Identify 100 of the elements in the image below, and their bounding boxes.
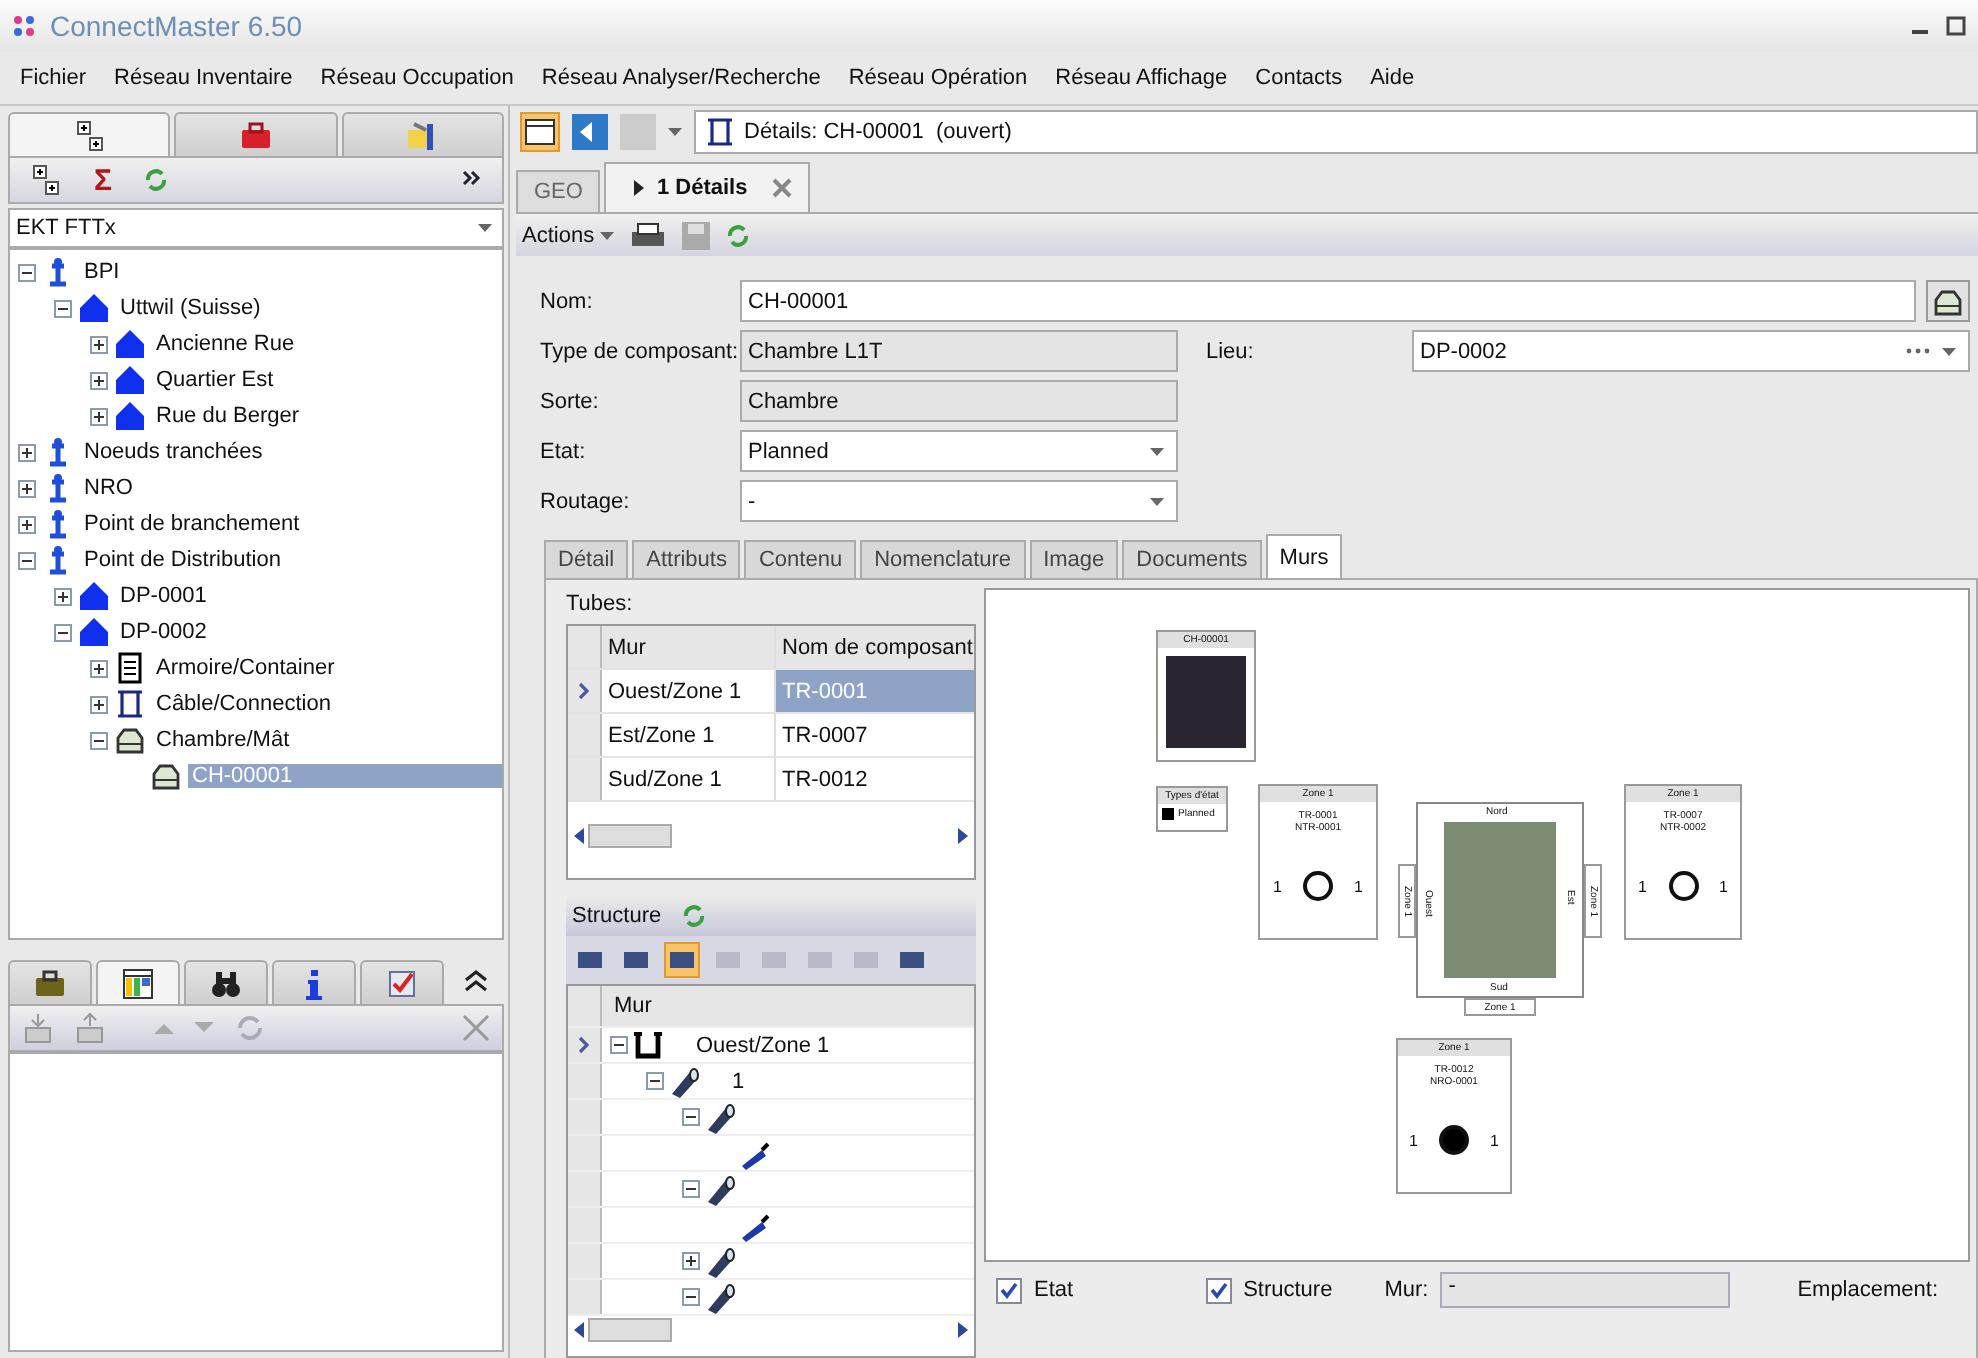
refresh-icon[interactable] xyxy=(681,904,706,928)
detail-tab[interactable]: Nomenclature xyxy=(860,540,1026,578)
text-field[interactable]: Chambre L1T xyxy=(740,330,1178,372)
menu-item[interactable]: Réseau Occupation xyxy=(306,66,528,90)
menu-item[interactable]: Réseau Inventaire xyxy=(100,66,307,90)
detail-tab[interactable]: Attributs xyxy=(632,540,741,578)
expand-toggle-icon[interactable] xyxy=(90,335,108,353)
dataset-dropdown[interactable]: EKT FTTx xyxy=(8,208,504,248)
collapse-toggle-icon[interactable] xyxy=(682,1108,700,1126)
tree-item[interactable]: Ancienne Rue xyxy=(152,332,299,356)
current-row-icon xyxy=(578,682,590,700)
detail-tab[interactable]: Contenu xyxy=(744,540,857,578)
back-icon[interactable] xyxy=(572,114,608,151)
lookup-button[interactable] xyxy=(1926,280,1970,322)
collapse-toggle-icon[interactable] xyxy=(646,1072,664,1090)
text-field[interactable]: Chambre xyxy=(740,380,1178,422)
panel-tab[interactable] xyxy=(184,960,268,1004)
more-icon[interactable] xyxy=(462,167,482,187)
close-icon[interactable] xyxy=(771,178,792,199)
panel-tab[interactable] xyxy=(8,960,92,1004)
collapse-toggle-icon[interactable] xyxy=(90,731,108,749)
collapse-toggle-icon[interactable] xyxy=(682,1288,700,1306)
menu-item[interactable]: Contacts xyxy=(1241,66,1357,90)
refresh-icon[interactable] xyxy=(726,223,751,248)
document-tab[interactable]: 1 Détails xyxy=(604,162,810,213)
dropdown-field[interactable]: - xyxy=(740,480,1178,522)
dropdown-caret-icon[interactable] xyxy=(1150,497,1164,505)
scroll-left-icon[interactable] xyxy=(574,828,584,844)
expand-toggle-icon[interactable] xyxy=(18,443,36,461)
collapse-toggle-icon[interactable] xyxy=(610,1036,628,1054)
checkmark-icon xyxy=(1209,1281,1228,1299)
panel-tab[interactable] xyxy=(96,960,180,1004)
menu-item[interactable]: Réseau Opération xyxy=(834,66,1042,90)
document-tab[interactable]: GEO xyxy=(516,170,601,213)
text-field[interactable]: CH-00001 xyxy=(740,280,1916,322)
detail-tab[interactable]: Documents xyxy=(1122,540,1262,578)
expand-toggle-icon[interactable] xyxy=(18,479,36,497)
expand-tree-icon xyxy=(73,119,106,151)
table-cell: Sud/Zone 1 xyxy=(602,758,776,800)
port-count: 1 xyxy=(1490,1131,1499,1149)
structure-item[interactable]: Ouest/Zone 1 xyxy=(696,1033,830,1057)
tree-item[interactable]: Quartier Est xyxy=(152,368,278,392)
sum-button[interactable]: Σ xyxy=(94,163,113,197)
menu-item[interactable]: Réseau Affichage xyxy=(1041,66,1242,90)
tree-item[interactable]: Point de branchement xyxy=(80,512,304,536)
history-caret-icon[interactable] xyxy=(668,128,682,137)
tree-item[interactable]: Point de Distribution xyxy=(80,548,285,572)
detail-tab[interactable]: Détail xyxy=(544,540,629,578)
tree-item[interactable]: Uttwil (Suisse) xyxy=(116,296,265,320)
tree-item[interactable]: Câble/Connection xyxy=(152,692,335,716)
collapse-toggle-icon[interactable] xyxy=(18,263,36,281)
panel-tab[interactable] xyxy=(272,960,356,1004)
location-field[interactable]: Détails: CH-00001 (ouvert) xyxy=(694,110,1978,155)
row-indicator[interactable] xyxy=(568,1028,602,1062)
refresh-icon[interactable] xyxy=(144,168,169,192)
tree-item[interactable]: DP-0001 xyxy=(116,584,211,608)
panel-tab[interactable] xyxy=(341,112,504,156)
tree-item[interactable]: Armoire/Container xyxy=(152,656,339,680)
collapse-toggle-icon[interactable] xyxy=(54,299,72,317)
tree-item[interactable]: Rue du Berger xyxy=(152,404,304,428)
detail-tab[interactable]: Image xyxy=(1029,540,1119,578)
expand-toggle-icon[interactable] xyxy=(54,587,72,605)
collapse-toggle-icon[interactable] xyxy=(54,623,72,641)
expand-toggle-icon[interactable] xyxy=(90,659,108,677)
scroll-right-icon[interactable] xyxy=(958,828,968,844)
tree-item[interactable]: Chambre/Mât xyxy=(152,728,294,752)
dropdown-caret-icon[interactable] xyxy=(1150,447,1164,455)
column-header[interactable]: Nom de composant xyxy=(776,626,979,668)
expand-toggle-icon[interactable] xyxy=(18,515,36,533)
expand-toggle-icon[interactable] xyxy=(682,1252,700,1270)
tree-item[interactable]: Noeuds tranchées xyxy=(80,440,267,464)
scroll-right-icon[interactable] xyxy=(958,1322,968,1338)
detail-tab[interactable]: Murs xyxy=(1265,534,1343,578)
dropdown-field[interactable]: DP-0002 xyxy=(1412,330,1970,372)
wall-field[interactable]: - xyxy=(1440,1272,1731,1308)
menu-item[interactable]: Réseau Analyser/Recherche xyxy=(527,66,835,90)
dropdown-field[interactable]: Planned xyxy=(740,430,1178,472)
dropdown-caret-icon[interactable] xyxy=(1942,347,1956,355)
tree-item[interactable]: DP-0002 xyxy=(116,620,211,644)
expand-toggle-icon[interactable] xyxy=(90,695,108,713)
tree-item[interactable]: BPI xyxy=(80,260,124,284)
menu-item[interactable]: Aide xyxy=(1356,66,1429,90)
maximize-icon[interactable] xyxy=(1946,16,1966,36)
panel-tab[interactable] xyxy=(8,112,171,156)
actions-menu[interactable]: Actions xyxy=(522,223,615,248)
dropdown-caret-icon[interactable] xyxy=(478,224,492,232)
collapse-toggle-icon[interactable] xyxy=(18,551,36,569)
dropdown-caret-icon[interactable] xyxy=(600,231,615,240)
checkbox[interactable] xyxy=(1205,1277,1232,1303)
menu-item[interactable]: Fichier xyxy=(6,66,101,90)
more-options-icon[interactable] xyxy=(1906,348,1930,354)
scroll-left-icon[interactable] xyxy=(574,1322,584,1338)
collapse-toggle-icon[interactable] xyxy=(682,1180,700,1198)
structure-item[interactable]: 1 xyxy=(732,1069,745,1093)
tree-item[interactable]: NRO xyxy=(80,476,137,500)
column-header[interactable]: Mur xyxy=(602,986,652,1026)
checkbox[interactable] xyxy=(996,1277,1022,1303)
expand-toggle-icon[interactable] xyxy=(90,371,108,389)
expand-toggle-icon[interactable] xyxy=(90,407,108,425)
window-toggle-button[interactable] xyxy=(520,112,560,153)
